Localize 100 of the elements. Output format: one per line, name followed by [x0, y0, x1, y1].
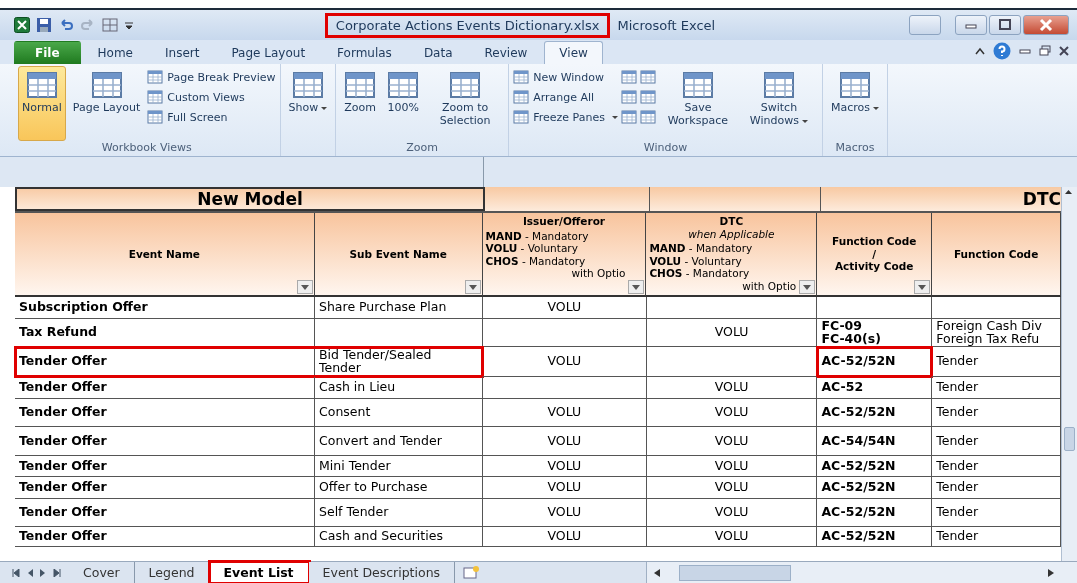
window-icon — [513, 89, 530, 105]
help-icon[interactable] — [993, 42, 1011, 60]
table-cell: VOLU — [483, 297, 647, 319]
filter-dropdown-button[interactable] — [464, 280, 481, 294]
filter-dropdown-button[interactable] — [914, 280, 931, 294]
scrollbar-thumb[interactable] — [679, 564, 791, 581]
table-cell: Cash in Lieu — [315, 377, 483, 399]
ribbon-button[interactable]: New Window — [513, 69, 618, 85]
ribbon-tab[interactable]: Home — [82, 41, 148, 64]
ribbon-tab[interactable]: Insert — [150, 41, 215, 64]
window-icon — [639, 109, 656, 125]
ribbon-icon-button[interactable] — [620, 89, 637, 105]
table-cell: AC-52 — [817, 377, 933, 399]
window-icon — [387, 69, 420, 101]
window-icon — [513, 109, 530, 125]
window-switch-button[interactable] — [909, 15, 941, 35]
next-sheet-icon[interactable] — [40, 568, 46, 577]
ribbon-tab[interactable]: Page Layout — [216, 41, 321, 64]
ribbon-button[interactable]: Page Break Preview — [147, 69, 276, 85]
ribbon-button[interactable]: Arrange All — [513, 89, 618, 105]
table-cell: Cash and Securities — [315, 527, 483, 547]
ribbon-tab[interactable]: File — [14, 41, 81, 64]
scroll-left-icon[interactable] — [653, 568, 661, 577]
ribbon-button[interactable]: Zoom to Selection — [426, 66, 505, 141]
window-icon — [147, 109, 164, 125]
ribbon-button[interactable]: Show — [284, 66, 332, 141]
ribbon-icon-button[interactable] — [620, 69, 637, 85]
window-icon — [449, 69, 482, 101]
table-cell: VOLU — [646, 319, 818, 347]
table-cell: VOLU — [483, 527, 647, 547]
caret-icon — [918, 284, 927, 290]
maximize-button[interactable] — [989, 15, 1021, 35]
table-cell: Consent — [315, 399, 483, 427]
ribbon-icon-button[interactable] — [639, 69, 656, 85]
table-cell: FC-09 FC-40(s) — [817, 319, 933, 347]
filter-dropdown-button[interactable] — [799, 280, 816, 294]
ribbon-tab[interactable]: Formulas — [322, 41, 407, 64]
caret-icon — [803, 284, 812, 290]
close-icon[interactable] — [1059, 46, 1069, 56]
filter-dropdown-button[interactable] — [296, 280, 313, 294]
table-cell: Share Purchase Plan — [315, 297, 483, 319]
legend-line: MAND - Mandatory — [649, 242, 754, 255]
caret-icon — [468, 284, 477, 290]
ribbon-button[interactable]: Normal — [18, 66, 66, 141]
ribbon-button[interactable]: Full Screen — [147, 109, 276, 125]
scroll-right-icon[interactable] — [1047, 568, 1055, 577]
ribbon-icon-button[interactable] — [620, 109, 637, 125]
window-icon — [681, 69, 714, 101]
window-icon — [90, 69, 123, 101]
ribbon-button[interactable]: Freeze Panes — [513, 109, 618, 125]
minimize-icon[interactable] — [1019, 47, 1031, 55]
window-icon — [147, 69, 164, 85]
undo-icon[interactable] — [58, 17, 74, 33]
window-icon — [838, 69, 871, 101]
window-icon — [147, 89, 164, 105]
ribbon-button[interactable]: Custom Views — [147, 89, 276, 105]
column-header: Event Name — [128, 247, 200, 261]
column-header: Function Code — [953, 247, 1039, 261]
ribbon-button[interactable]: Zoom — [340, 66, 381, 141]
table-cell: VOLU — [646, 499, 818, 527]
ribbon-group-label: Workbook Views — [100, 141, 193, 156]
table-cell: AC-52/52N — [817, 456, 933, 477]
sheet-tab[interactable]: Event List — [209, 562, 309, 583]
window-icon — [620, 109, 637, 125]
window-icon — [513, 69, 530, 85]
collapse-ribbon-icon[interactable] — [975, 47, 985, 55]
table-cell: Tender Offer — [15, 399, 315, 427]
excel-logo-icon[interactable] — [14, 17, 30, 33]
first-sheet-icon[interactable] — [12, 568, 20, 577]
save-icon[interactable] — [36, 17, 52, 33]
legend-line: with Optio — [741, 279, 797, 293]
scrollbar-thumb[interactable] — [1064, 427, 1075, 451]
ribbon-button[interactable]: Save Workspace — [658, 66, 737, 141]
last-sheet-icon[interactable] — [53, 568, 61, 577]
column-header: DTC — [719, 215, 744, 228]
column-header: Function Code / Activity Code — [832, 235, 917, 273]
ribbon-button[interactable]: Macros — [826, 66, 883, 141]
filter-dropdown-button[interactable] — [628, 280, 645, 294]
ribbon-tab[interactable]: Review — [469, 41, 543, 64]
table-cell: VOLU — [646, 377, 818, 399]
restore-icon[interactable] — [1039, 45, 1051, 57]
caret-icon — [632, 284, 641, 290]
table-cell: VOLU — [646, 527, 818, 547]
table-cell: VOLU — [483, 399, 647, 427]
ribbon-tab[interactable]: View — [544, 41, 603, 64]
ribbon-button[interactable]: Page Layout — [68, 66, 145, 141]
table-cell: VOLU — [483, 477, 647, 499]
table-cell: VOLU — [646, 427, 818, 456]
previous-sheet-icon[interactable] — [27, 568, 33, 577]
ribbon-icon-button[interactable] — [639, 109, 656, 125]
window-icon — [620, 89, 637, 105]
close-button[interactable] — [1023, 15, 1069, 35]
ribbon-button[interactable]: Switch Windows — [739, 66, 818, 141]
table-cell: AC-52/52N — [817, 499, 933, 527]
table-cell: Tender Offer — [15, 477, 315, 499]
borders-icon[interactable] — [102, 17, 118, 33]
ribbon-button[interactable]: 100% — [383, 66, 424, 141]
ribbon-tab[interactable]: Data — [408, 41, 468, 64]
ribbon-icon-button[interactable] — [639, 89, 656, 105]
app-name: Microsoft Excel — [617, 17, 716, 33]
